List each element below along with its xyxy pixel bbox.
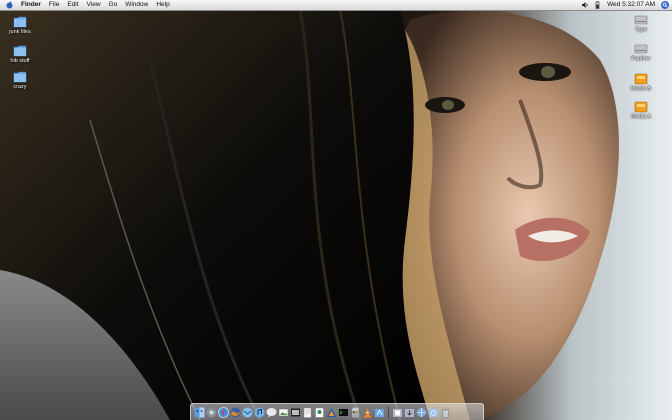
desktop-icon-label: Tiger <box>634 27 648 33</box>
textedit-icon[interactable] <box>302 406 313 418</box>
external-drive-icon <box>634 101 648 113</box>
applications-icon[interactable] <box>374 406 385 418</box>
terminal-icon[interactable] <box>338 406 349 418</box>
preview-icon[interactable] <box>314 406 325 418</box>
menu-window[interactable]: Window <box>121 0 152 10</box>
vlc-icon[interactable] <box>362 406 373 418</box>
menu-edit[interactable]: Edit <box>63 0 82 10</box>
external-drive-icon <box>634 73 648 85</box>
desktop-icon-label: Media A <box>631 114 651 120</box>
desktop-volume-panther[interactable]: Panther <box>624 42 658 62</box>
battery-icon[interactable] <box>593 1 601 9</box>
network-icon[interactable] <box>416 406 427 418</box>
desktop-folder-hib-stuff[interactable]: hib stuff <box>3 44 37 64</box>
trash-icon[interactable] <box>440 406 451 418</box>
desktop-folder-junk-files[interactable]: junk files <box>3 15 37 35</box>
iphoto-icon[interactable] <box>278 406 289 418</box>
desktop-icon-label: Panther <box>631 56 651 62</box>
desktop-icon-label: junk files <box>9 29 31 35</box>
menu-bar: Finder File Edit View Go Window Help Wed… <box>0 0 672 11</box>
finder-icon[interactable] <box>194 406 205 418</box>
sites-icon[interactable] <box>428 406 439 418</box>
imovie-icon[interactable] <box>290 406 301 418</box>
desktop-volume-media-a[interactable]: Media A <box>624 100 658 120</box>
desktop-volume-media-b[interactable]: Media B <box>624 72 658 92</box>
desktop-wallpaper <box>0 0 672 420</box>
desktop-icon-label: crazy <box>13 84 27 90</box>
safari-icon[interactable] <box>218 406 229 418</box>
documents-icon[interactable] <box>392 406 403 418</box>
folder-icon <box>13 45 27 57</box>
menu-clock[interactable]: Wed 5:32:07 AM <box>603 0 659 10</box>
menu-view[interactable]: View <box>83 0 105 10</box>
apple-icon[interactable] <box>5 1 13 9</box>
hard-drive-icon <box>634 15 648 25</box>
folder-icon <box>13 16 27 28</box>
desktop-icon-label: Media B <box>630 86 652 92</box>
itunes-icon[interactable] <box>254 406 265 418</box>
system-preferences-icon[interactable] <box>206 406 217 418</box>
calculator-icon[interactable] <box>350 406 361 418</box>
desktop-folder-crazy[interactable]: crazy <box>3 70 37 90</box>
spotlight-icon[interactable] <box>661 1 669 9</box>
desktop-icon-label: hib stuff <box>10 58 30 64</box>
menu-help[interactable]: Help <box>152 0 173 10</box>
ichat-icon[interactable] <box>266 406 277 418</box>
photoshop-icon[interactable] <box>326 406 337 418</box>
menu-go[interactable]: Go <box>105 0 122 10</box>
hard-drive-icon <box>634 44 648 54</box>
menu-finder[interactable]: Finder <box>19 0 45 10</box>
dock <box>190 403 484 420</box>
desktop-volume-tiger[interactable]: Tiger <box>624 13 658 33</box>
folder-icon <box>13 71 27 83</box>
mail-icon[interactable] <box>242 406 253 418</box>
firefox-icon[interactable] <box>230 406 241 418</box>
downloads-icon[interactable] <box>404 406 415 418</box>
menu-file[interactable]: File <box>45 0 63 10</box>
volume-icon[interactable] <box>581 1 589 9</box>
dock-separator <box>388 406 389 418</box>
